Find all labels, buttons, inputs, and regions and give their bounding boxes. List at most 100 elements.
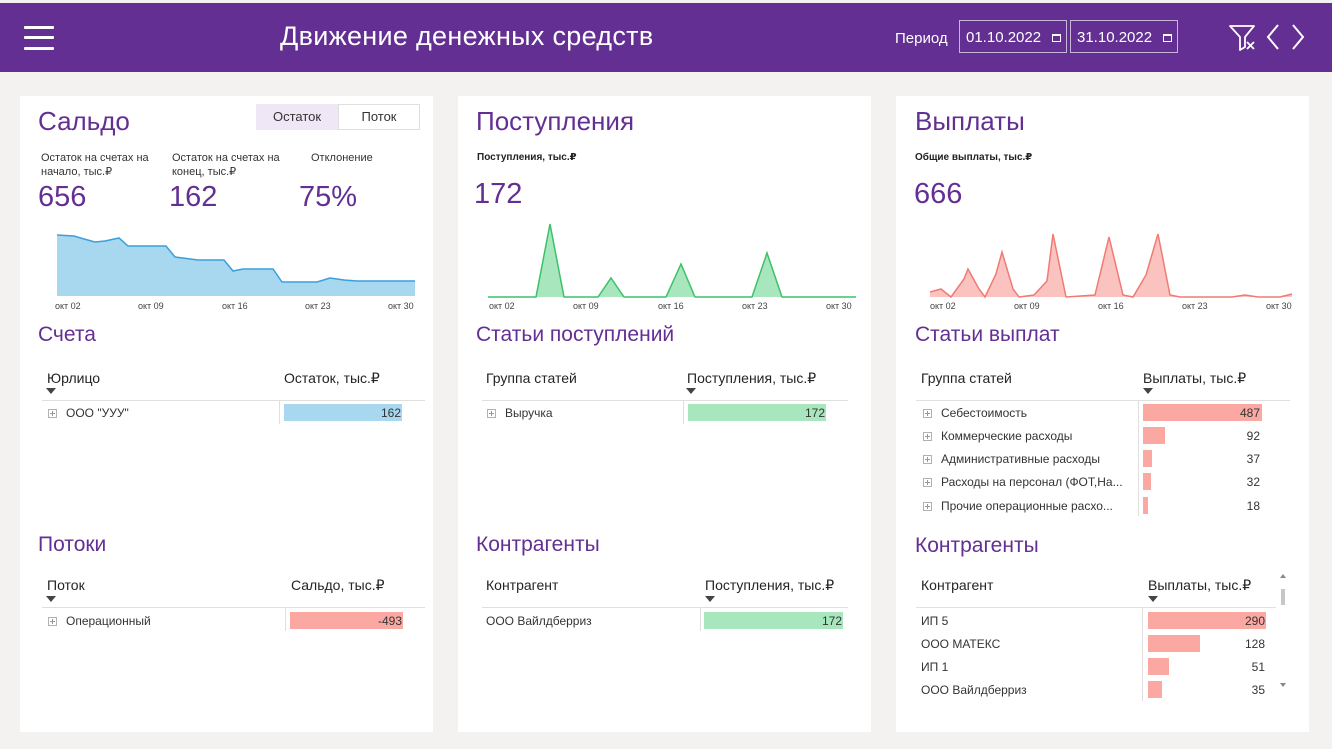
table-row[interactable]: Прочие операционные расхо... bbox=[941, 499, 1113, 513]
col-header-entity[interactable]: Юрлицо bbox=[47, 370, 100, 386]
row-value: 290 bbox=[1244, 614, 1265, 628]
accounts-title: Счета bbox=[38, 323, 96, 346]
row-value: 172 bbox=[821, 614, 842, 628]
sort-down-icon[interactable] bbox=[1143, 388, 1153, 394]
filter-clear-icon[interactable] bbox=[1228, 23, 1258, 53]
expand-plus-icon[interactable] bbox=[923, 432, 932, 441]
payouts-kpi-label: Общие выплаты, тыс.₽ bbox=[915, 152, 1033, 163]
col-header-group[interactable]: Группа статей bbox=[921, 370, 1012, 386]
date-from-input[interactable]: 01.10.2022 bbox=[959, 20, 1067, 53]
col-header-payouts[interactable]: Выплаты, тыс.₽ bbox=[1143, 370, 1246, 387]
payout-counterparties-title: Контрагенты bbox=[915, 534, 1039, 557]
col-header-flow[interactable]: Поток bbox=[47, 577, 85, 593]
table-row[interactable]: Операционный bbox=[66, 614, 151, 628]
divider bbox=[683, 400, 684, 424]
calendar-icon[interactable] bbox=[1052, 34, 1061, 42]
row-value: 32 bbox=[1246, 475, 1260, 489]
axis-tick: окт 30 bbox=[826, 301, 852, 311]
divider bbox=[42, 607, 425, 608]
saldo-panel: Сальдо Остаток Поток Остаток на счетах н… bbox=[20, 96, 433, 732]
divider bbox=[1142, 607, 1143, 701]
expand-plus-icon[interactable] bbox=[923, 502, 932, 511]
kpi-deviation-value: 75% bbox=[299, 181, 358, 213]
calendar-icon[interactable] bbox=[1163, 34, 1172, 42]
kpi-start-value: 656 bbox=[38, 181, 87, 213]
kpi-start-label-line1: Остаток на счетах на bbox=[41, 152, 149, 164]
chevron-left-icon[interactable] bbox=[1265, 22, 1281, 52]
expand-plus-icon[interactable] bbox=[48, 409, 57, 418]
col-header-payouts[interactable]: Выплаты, тыс.₽ bbox=[1148, 577, 1251, 594]
table-row[interactable]: Себестоимость bbox=[941, 406, 1027, 420]
kpi-deviation-label: Отклонение bbox=[311, 152, 373, 164]
divider bbox=[285, 607, 286, 631]
sort-down-icon[interactable] bbox=[705, 596, 715, 602]
expand-plus-icon[interactable] bbox=[487, 409, 496, 418]
col-header-counterparty[interactable]: Контрагент bbox=[486, 577, 558, 593]
expand-plus-icon[interactable] bbox=[923, 409, 932, 418]
axis-tick: окт 23 bbox=[742, 301, 768, 311]
col-header-inflows[interactable]: Поступления, тыс.₽ bbox=[687, 370, 816, 387]
toggle-balance[interactable]: Остаток bbox=[256, 104, 338, 130]
divider bbox=[700, 607, 701, 631]
col-header-counterparty[interactable]: Контрагент bbox=[921, 577, 993, 593]
table-row[interactable]: Коммерческие расходы bbox=[941, 429, 1072, 443]
row-value: 51 bbox=[1251, 660, 1265, 674]
kpi-end-value: 162 bbox=[169, 181, 218, 213]
toggle-flow[interactable]: Поток bbox=[338, 104, 420, 130]
table-scrollbar[interactable] bbox=[1280, 573, 1286, 689]
expand-plus-icon[interactable] bbox=[48, 617, 57, 626]
row-value: 35 bbox=[1251, 683, 1265, 697]
axis-tick: окт 02 bbox=[55, 301, 81, 311]
axis-tick: окт 09 bbox=[138, 301, 164, 311]
date-to-input[interactable]: 31.10.2022 bbox=[1070, 20, 1178, 53]
divider bbox=[482, 400, 848, 401]
saldo-area-fill bbox=[57, 235, 415, 296]
sort-down-icon[interactable] bbox=[686, 388, 696, 394]
axis-tick: окт 30 bbox=[388, 301, 414, 311]
expand-plus-icon[interactable] bbox=[923, 455, 932, 464]
axis-tick: окт 09 bbox=[1014, 301, 1040, 311]
sort-down-icon[interactable] bbox=[46, 596, 56, 602]
axis-tick: окт 23 bbox=[1182, 301, 1208, 311]
table-row[interactable]: Выручка bbox=[505, 406, 553, 420]
divider bbox=[42, 400, 425, 401]
table-row[interactable]: Расходы на персонал (ФОТ,На... bbox=[941, 475, 1123, 489]
payouts-panel: Выплаты Общие выплаты, тыс.₽ 666 окт 02 … bbox=[896, 96, 1309, 732]
hamburger-icon[interactable] bbox=[24, 25, 54, 51]
axis-tick: окт 09 bbox=[573, 301, 599, 311]
flows-title: Потоки bbox=[38, 533, 107, 556]
col-header-saldo[interactable]: Сальдо, тыс.₽ bbox=[291, 577, 385, 594]
row-value: 128 bbox=[1244, 637, 1265, 651]
table-row[interactable]: ООО Вайлдберриз bbox=[486, 614, 592, 628]
col-header-inflows[interactable]: Поступления, тыс.₽ bbox=[705, 577, 834, 594]
inflow-items-title: Статьи поступлений bbox=[476, 323, 675, 346]
kpi-end-label-line2: конец, тыс.₽ bbox=[172, 166, 237, 178]
sort-down-icon[interactable] bbox=[46, 388, 56, 394]
kpi-start-label: Остаток на счетах на начало, тыс.₽ bbox=[41, 151, 171, 179]
axis-tick: окт 02 bbox=[930, 301, 956, 311]
expand-plus-icon[interactable] bbox=[923, 478, 932, 487]
kpi-end-label: Остаток на счетах на конец, тыс.₽ bbox=[172, 151, 302, 179]
axis-tick: окт 02 bbox=[489, 301, 515, 311]
table-row[interactable]: ООО Вайлдберриз bbox=[921, 683, 1027, 697]
table-row[interactable]: ИП 5 bbox=[921, 614, 948, 628]
table-row[interactable]: ООО МАТЕКС bbox=[921, 637, 1000, 651]
col-header-group[interactable]: Группа статей bbox=[486, 370, 577, 386]
divider bbox=[916, 607, 1276, 608]
axis-tick: окт 16 bbox=[222, 301, 248, 311]
payouts-title: Выплаты bbox=[915, 106, 1025, 136]
scrollbar-track[interactable] bbox=[1280, 573, 1286, 689]
sort-down-icon[interactable] bbox=[1148, 596, 1158, 602]
table-row[interactable]: ООО "УУУ" bbox=[66, 406, 129, 420]
table-row[interactable]: Административные расходы bbox=[941, 452, 1100, 466]
divider bbox=[279, 400, 280, 424]
period-label: Период bbox=[895, 30, 948, 47]
divider bbox=[482, 607, 848, 608]
table-row[interactable]: ИП 1 bbox=[921, 660, 948, 674]
chevron-right-icon[interactable] bbox=[1290, 22, 1306, 52]
row-value: -493 bbox=[377, 614, 402, 628]
inflows-area-chart bbox=[488, 223, 856, 298]
col-header-balance[interactable]: Остаток, тыс.₽ bbox=[284, 370, 380, 387]
inflows-panel: Поступления Поступления, тыс.₽ 172 окт 0… bbox=[458, 96, 871, 732]
date-to-value: 31.10.2022 bbox=[1077, 29, 1153, 46]
